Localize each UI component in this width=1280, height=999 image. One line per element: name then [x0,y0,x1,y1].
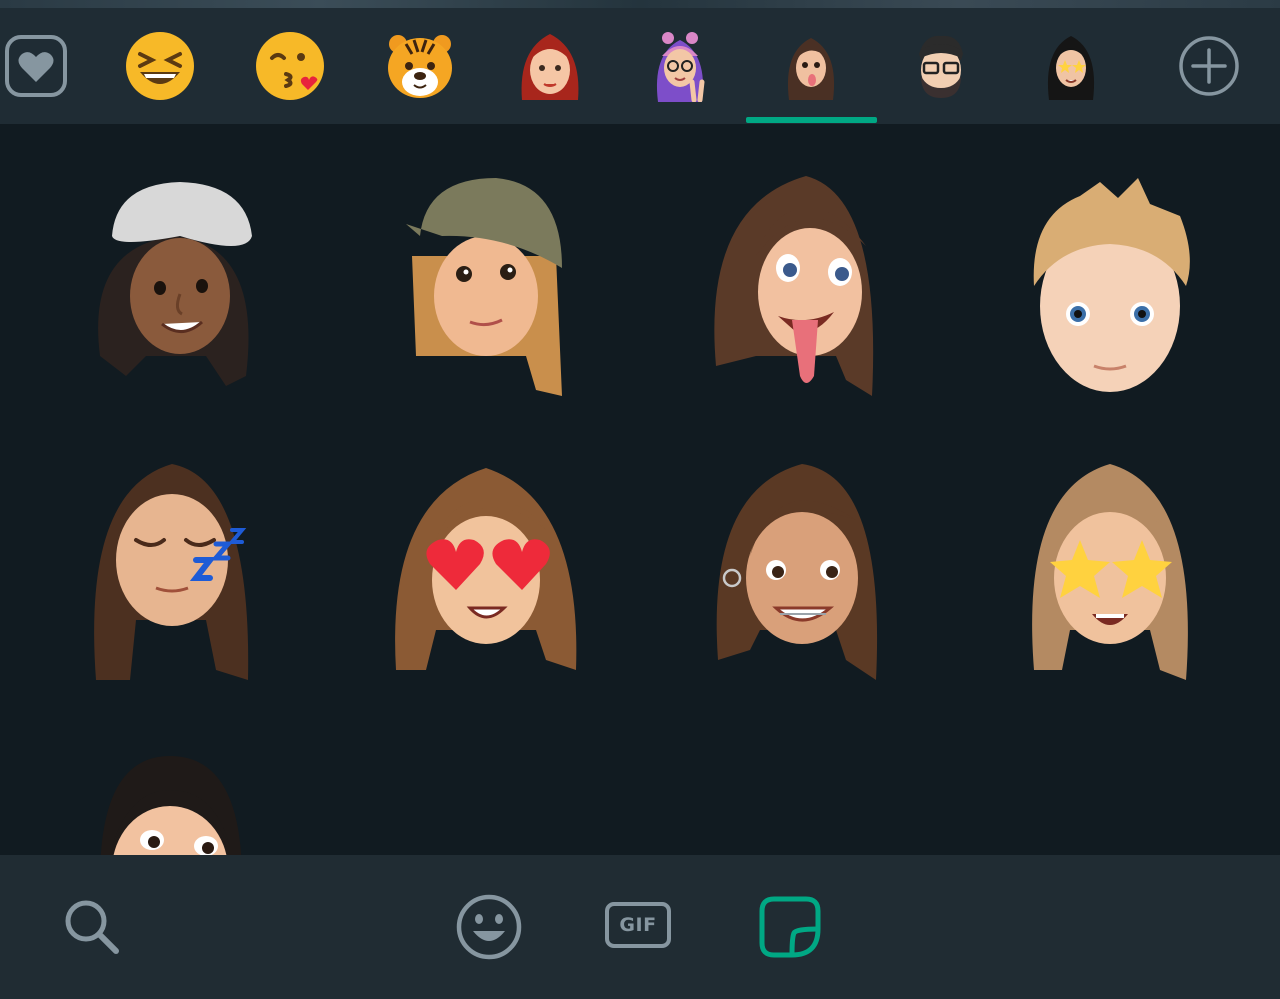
tab-pack-1[interactable] [95,8,225,124]
olive-cap-memoji-sticker[interactable] [386,176,586,406]
sticker-grid [0,124,1280,855]
tiger-face-emoji [388,35,452,98]
tab-add[interactable] [1144,8,1274,124]
black-hair-partial-memoji-sticker[interactable] [90,750,290,855]
gif-button[interactable]: GIF [605,902,671,948]
tab-pack-8[interactable] [1006,8,1136,124]
gif-label: GIF [619,914,657,936]
tab-pack-3[interactable] [355,8,485,124]
star-eyes-memoji-sticker[interactable] [1010,460,1210,690]
blond-boy-memoji-sticker[interactable] [1010,176,1210,406]
tab-pack-7[interactable] [876,8,1006,124]
kissing-heart-face-emoji [256,32,324,100]
tab-pack-5[interactable] [615,8,745,124]
heart-icon [5,35,67,97]
tab-pack-2[interactable] [225,8,355,124]
tab-pack-4[interactable] [485,8,615,124]
sleeping-zzz-memoji-sticker[interactable] [76,460,276,690]
selected-tab-indicator [746,117,877,123]
tongue-out-memoji-sticker[interactable] [696,176,896,406]
white-cap-memoji-sticker[interactable] [76,176,276,406]
bottom-toolbar: GIF [0,855,1280,999]
smiling-braces-memoji-sticker[interactable] [706,460,906,690]
red-hair-memoji [521,34,579,100]
sticker-pack-tabs [0,8,1280,124]
laughing-face-emoji [126,32,194,100]
heart-eyes-memoji-sticker[interactable] [386,460,586,690]
smiley-icon[interactable] [455,893,523,961]
tab-pack-6[interactable] [746,8,876,124]
search-icon[interactable] [60,895,124,959]
tab-favorites[interactable] [0,8,101,124]
black-hair-star-eyes-memoji [1047,36,1095,100]
top-edge [0,0,1280,8]
glasses-beard-memoji [919,35,963,98]
add-icon [1179,36,1239,96]
sticker-icon[interactable] [756,893,824,961]
brown-hair-tongue-memoji [787,38,835,100]
purple-hair-peace-memoji [656,32,705,102]
